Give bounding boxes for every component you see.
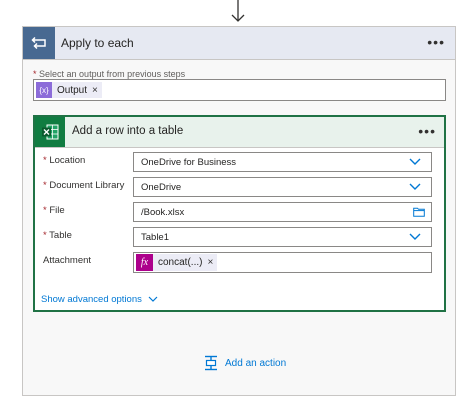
excel-icon: [35, 117, 65, 147]
loop-icon: [23, 27, 55, 59]
chevron-down-icon: [409, 158, 421, 165]
add-an-action-label: Add an action: [225, 357, 287, 369]
concat-token[interactable]: fx concat(...) ×: [136, 254, 218, 271]
variable-icon: {x}: [36, 82, 52, 98]
location-value: OneDrive for Business: [141, 157, 237, 168]
select-output-input[interactable]: {x} Output ×: [33, 79, 446, 101]
output-token-label: Output: [57, 84, 88, 96]
add-row-card: Add a row into a table ••• * Location On…: [33, 115, 446, 312]
show-advanced-options-link[interactable]: Show advanced options: [41, 294, 158, 305]
output-token-remove-button[interactable]: ×: [92, 85, 98, 96]
attachment-input[interactable]: fx concat(...) ×: [133, 252, 432, 273]
table-value: Table1: [141, 232, 169, 243]
apply-to-each-header[interactable]: Apply to each •••: [23, 27, 455, 60]
table-dropdown[interactable]: Table1: [133, 227, 432, 247]
chevron-down-icon: [409, 233, 421, 240]
chevron-down-icon: [409, 183, 421, 190]
document-library-label: * Document Library: [43, 180, 125, 191]
file-value: /Book.xlsx: [141, 207, 185, 218]
document-library-value: OneDrive: [141, 182, 182, 193]
output-token[interactable]: {x} Output ×: [36, 82, 102, 98]
add-an-action-button[interactable]: Add an action: [203, 355, 286, 371]
table-label: * Table: [43, 230, 72, 241]
location-label: * Location: [43, 155, 86, 166]
apply-to-each-more-button[interactable]: •••: [427, 35, 445, 49]
add-row-header[interactable]: Add a row into a table •••: [35, 117, 444, 148]
chevron-down-icon: [148, 296, 158, 302]
document-library-dropdown[interactable]: OneDrive: [133, 177, 432, 197]
concat-token-label: concat(...): [158, 257, 203, 268]
location-dropdown[interactable]: OneDrive for Business: [133, 152, 432, 172]
select-output-label: * Select an output from previous steps: [33, 69, 186, 79]
concat-token-remove-button[interactable]: ×: [207, 257, 213, 268]
expression-icon: fx: [136, 254, 153, 271]
folder-icon[interactable]: [413, 207, 425, 217]
add-row-title: Add a row into a table: [72, 125, 184, 137]
add-action-icon: [205, 355, 217, 371]
flow-arrow-icon: [231, 0, 245, 22]
add-row-more-button[interactable]: •••: [418, 124, 436, 138]
file-label: * File: [43, 205, 65, 216]
attachment-label: Attachment: [43, 255, 92, 266]
apply-to-each-title: Apply to each: [61, 36, 134, 50]
file-input[interactable]: /Book.xlsx: [133, 202, 432, 222]
apply-to-each-card: Apply to each ••• * Select an output fro…: [22, 26, 456, 396]
